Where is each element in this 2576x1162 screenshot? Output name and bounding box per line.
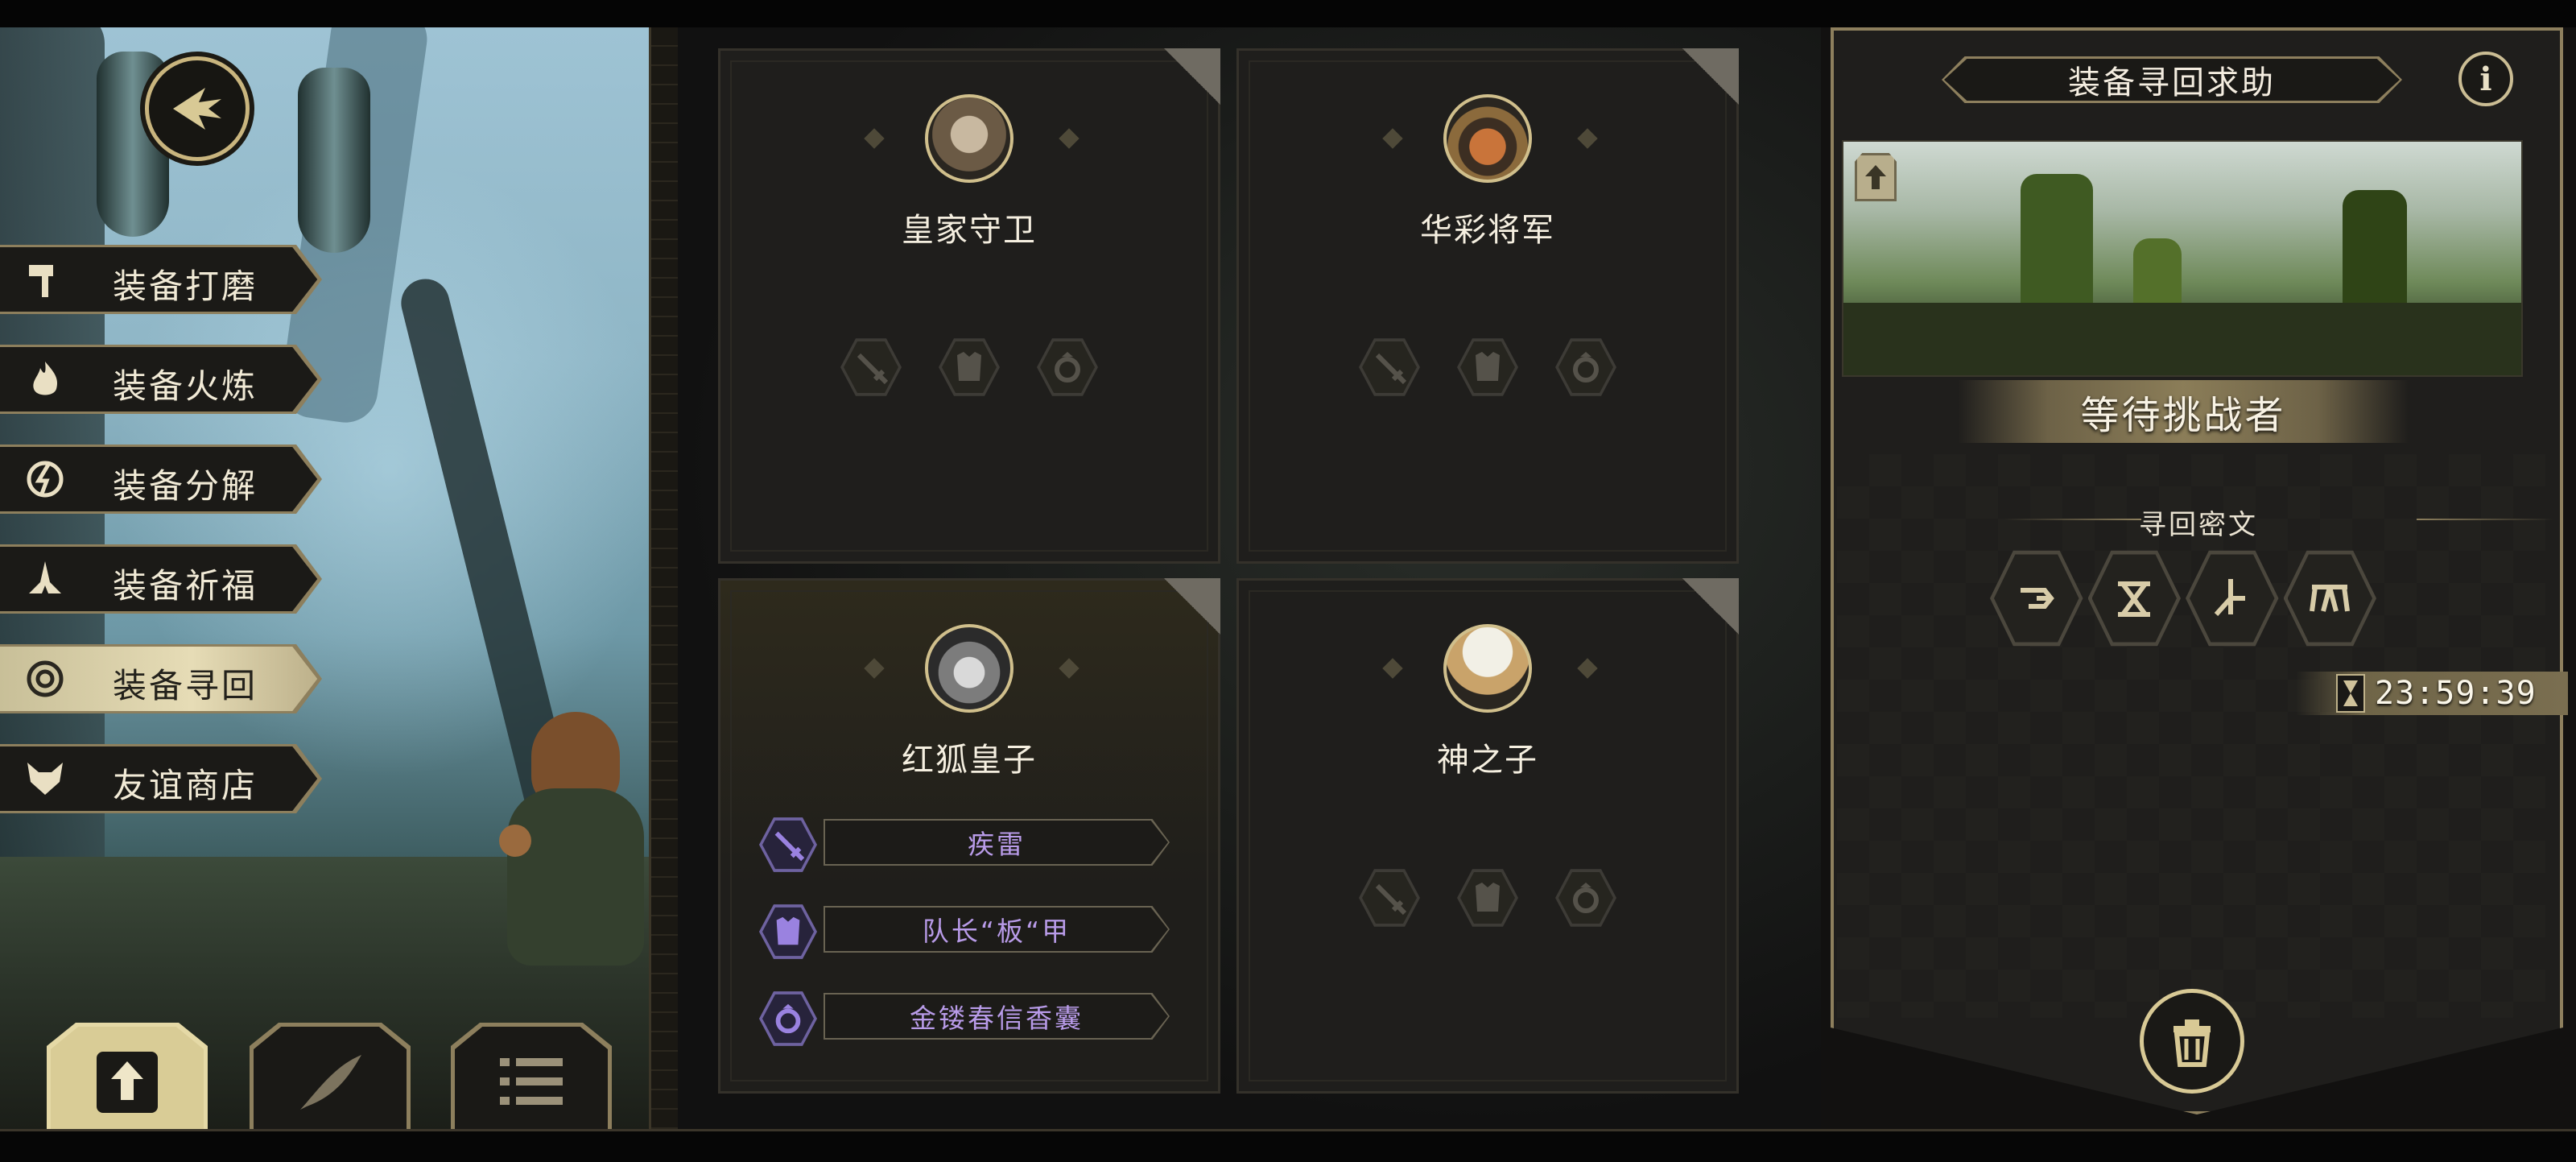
- ring-slot[interactable]: [1037, 338, 1098, 396]
- ring-icon: [1573, 883, 1599, 913]
- equipment-weapon[interactable]: 疾雷: [759, 817, 1170, 872]
- sword-icon: [1375, 353, 1407, 385]
- armor-slot[interactable]: [939, 338, 1000, 396]
- hero-portrait: [1443, 94, 1532, 183]
- countdown-timer: 23:59:39: [2296, 672, 2568, 715]
- retrieve-panel: 装备寻回求助 i 等待挑战者 寻回密文 23:59:39: [1821, 27, 2576, 1129]
- sidebar-item-forge[interactable]: 装备火炼: [0, 345, 322, 414]
- status-banner: 等待挑战者: [1958, 380, 2409, 443]
- cipher-row: [1990, 548, 2376, 651]
- fox-icon: [27, 763, 63, 795]
- hero-card-god-child[interactable]: 神之子: [1236, 578, 1739, 1094]
- armor-icon: [1476, 883, 1500, 912]
- cipher-label: 寻回密文: [2139, 509, 2258, 541]
- equipment-name: 疾雷: [825, 821, 1168, 864]
- cipher-slot-1[interactable]: [1990, 550, 2083, 647]
- upload-icon: [1865, 165, 1886, 189]
- sidebar-item-label: 装备寻回: [113, 666, 258, 705]
- cipher-slot-2[interactable]: [2087, 550, 2181, 647]
- equipment-ring[interactable]: 金镂春信香囊: [759, 991, 1170, 1046]
- timer-text: 23:59:39: [2375, 675, 2537, 712]
- sidebar-item-disassemble[interactable]: 装备分解: [0, 445, 322, 514]
- cipher-rune-2-icon: [2118, 581, 2151, 617]
- hero-card-general[interactable]: 华彩将军: [1236, 48, 1739, 564]
- cipher-rune-4-icon: [2310, 585, 2351, 612]
- weapon-slot[interactable]: [1359, 869, 1420, 927]
- cipher-slot-3[interactable]: [2186, 550, 2279, 647]
- weapon-slot[interactable]: [840, 338, 902, 396]
- quill-icon: [300, 1054, 361, 1110]
- hourglass-icon: [2336, 674, 2365, 713]
- cipher-rune-3-icon: [2214, 579, 2245, 617]
- flame-icon: [33, 362, 58, 395]
- challenge-scene-image: [1842, 140, 2523, 377]
- hero-name: 皇家守卫: [902, 212, 1037, 249]
- share-button[interactable]: [1855, 153, 1897, 201]
- equipment-armor[interactable]: 队长“板“甲: [759, 904, 1170, 959]
- ring-slot[interactable]: [1555, 869, 1616, 927]
- hero-card-royal-guard[interactable]: 皇家守卫: [718, 48, 1220, 564]
- ring-icon: [1055, 352, 1080, 383]
- hero-portrait: [925, 94, 1013, 183]
- sidebar-item-polish[interactable]: 装备打磨: [0, 245, 322, 314]
- info-icon: i: [2479, 60, 2492, 98]
- list-icon: [500, 1057, 563, 1105]
- sidebar-item-label: 装备打磨: [113, 267, 258, 306]
- bottom-frame: [0, 1129, 2576, 1162]
- sidebar-item-bless[interactable]: 装备祈福: [0, 544, 322, 614]
- armor-slot[interactable]: [1457, 869, 1518, 927]
- top-frame: [0, 0, 2576, 27]
- praying-hands-icon: [29, 561, 61, 593]
- hero-card-fox-prince[interactable]: 红狐皇子 疾雷 队长“板“甲 金镂春信香囊: [718, 578, 1220, 1094]
- ring-slot[interactable]: [1555, 338, 1616, 396]
- status-text: 等待挑战者: [2080, 393, 2286, 438]
- ring-icon: [775, 1003, 801, 1034]
- sword-icon: [857, 353, 889, 385]
- weapon-slot[interactable]: [1359, 338, 1420, 396]
- sidebar-item-retrieve[interactable]: 装备寻回: [0, 644, 322, 713]
- panel-title: 装备寻回求助: [1942, 56, 2402, 103]
- trash-button[interactable]: [2140, 989, 2244, 1094]
- armor-icon: [957, 352, 981, 381]
- mole-character: [499, 712, 644, 978]
- armor-icon: [1476, 352, 1500, 381]
- sidebar-item-label: 装备分解: [113, 466, 258, 506]
- back-arrow-icon: [173, 88, 221, 130]
- sword-icon: [774, 831, 805, 862]
- sidebar-item-label: 友谊商店: [113, 766, 258, 805]
- hero-portrait: [1443, 624, 1532, 713]
- ring-icon: [1573, 352, 1599, 383]
- quill-button[interactable]: [250, 1023, 411, 1129]
- hero-name: 华彩将军: [1420, 212, 1555, 249]
- sidebar-item-label: 装备祈福: [113, 566, 258, 606]
- hammer-icon: [29, 265, 53, 297]
- armor-icon: [776, 916, 800, 945]
- sidebar-item-label: 装备火炼: [113, 366, 258, 406]
- disassemble-icon: [27, 461, 64, 498]
- trash-icon: [2174, 1019, 2211, 1067]
- sidebar-item-shop[interactable]: 友谊商店: [0, 744, 322, 813]
- sword-icon: [1375, 883, 1407, 916]
- hero-portrait: [925, 624, 1013, 713]
- info-button[interactable]: i: [2458, 52, 2513, 106]
- upload-button[interactable]: [47, 1023, 208, 1129]
- cipher-slot-4[interactable]: [2283, 550, 2376, 647]
- armor-slot[interactable]: [1457, 338, 1518, 396]
- cipher-rune-1-icon: [2020, 588, 2054, 609]
- target-icon: [27, 660, 64, 697]
- hero-name: 神之子: [1437, 742, 1538, 779]
- hero-name: 红狐皇子: [902, 742, 1037, 779]
- equipment-name: 金镂春信香囊: [825, 995, 1168, 1038]
- list-button[interactable]: [451, 1023, 612, 1129]
- back-button[interactable]: [145, 56, 250, 161]
- equipment-name: 队长“板“甲: [825, 908, 1168, 951]
- upload-icon: [97, 1051, 158, 1113]
